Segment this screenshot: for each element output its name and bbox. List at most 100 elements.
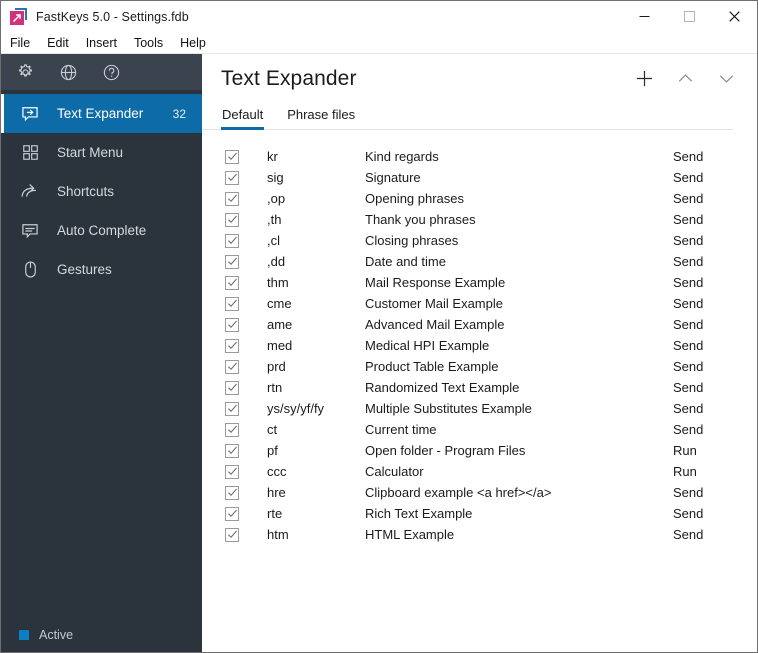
tab-phrase-files[interactable]: Phrase files	[286, 104, 356, 129]
row-abbreviation: med	[267, 338, 365, 353]
row-checkbox[interactable]	[225, 381, 239, 395]
table-row[interactable]: krKind regardsSend	[202, 146, 757, 167]
menu-item-help[interactable]: Help	[180, 34, 215, 52]
status-bar: Active	[1, 618, 202, 652]
row-description: Signature	[365, 170, 673, 185]
table-row[interactable]: cmeCustomer Mail ExampleSend	[202, 293, 757, 314]
row-checkbox[interactable]	[225, 360, 239, 374]
table-row[interactable]: ,opOpening phrasesSend	[202, 188, 757, 209]
row-action: Send	[673, 485, 757, 500]
row-checkbox[interactable]	[225, 318, 239, 332]
row-abbreviation: thm	[267, 275, 365, 290]
table-row[interactable]: ,ddDate and timeSend	[202, 251, 757, 272]
sidebar-toolbar	[1, 54, 202, 90]
status-indicator	[19, 630, 29, 640]
table-row[interactable]: sigSignatureSend	[202, 167, 757, 188]
sidebar-item-start-menu[interactable]: Start Menu	[1, 133, 202, 172]
sidebar-item-label: Start Menu	[57, 145, 202, 160]
row-action: Send	[673, 317, 757, 332]
mouse-icon	[19, 259, 41, 281]
sidebar-item-gestures[interactable]: Gestures	[1, 250, 202, 289]
title-bar: FastKeys 5.0 - Settings.fdb	[1, 1, 757, 32]
row-description: Kind regards	[365, 149, 673, 164]
menu-item-edit[interactable]: Edit	[47, 34, 78, 52]
fastkeys-logo-icon	[10, 8, 27, 25]
sidebar-item-text-expander[interactable]: Text Expander 32	[1, 94, 202, 133]
table-row[interactable]: cccCalculatorRun	[202, 461, 757, 482]
sidebar-item-label: Shortcuts	[57, 184, 202, 199]
row-checkbox[interactable]	[225, 276, 239, 290]
row-action: Send	[673, 401, 757, 416]
menu-item-insert[interactable]: Insert	[86, 34, 126, 52]
close-icon[interactable]	[712, 1, 757, 32]
logo-arrow-icon	[12, 13, 22, 23]
table-row[interactable]: ,thThank you phrasesSend	[202, 209, 757, 230]
row-checkbox[interactable]	[225, 486, 239, 500]
row-action: Run	[673, 464, 757, 479]
sidebar: Text Expander 32 Start Menu	[1, 54, 202, 652]
row-checkbox[interactable]	[225, 444, 239, 458]
table-row[interactable]: hreClipboard example <a href></a>Send	[202, 482, 757, 503]
grid-icon	[19, 142, 41, 164]
maximize-icon[interactable]	[667, 1, 712, 32]
row-action: Send	[673, 380, 757, 395]
table-row[interactable]: rteRich Text ExampleSend	[202, 503, 757, 524]
row-checkbox[interactable]	[225, 171, 239, 185]
tab-default[interactable]: Default	[221, 104, 264, 129]
row-checkbox[interactable]	[225, 423, 239, 437]
table-row[interactable]: rtnRandomized Text ExampleSend	[202, 377, 757, 398]
help-icon[interactable]	[99, 60, 123, 84]
table-row[interactable]: ctCurrent timeSend	[202, 419, 757, 440]
table-row[interactable]: pfOpen folder - Program FilesRun	[202, 440, 757, 461]
row-abbreviation: htm	[267, 527, 365, 542]
table-row[interactable]: ,clClosing phrasesSend	[202, 230, 757, 251]
table-row[interactable]: ys/sy/yf/fyMultiple Substitutes ExampleS…	[202, 398, 757, 419]
row-checkbox[interactable]	[225, 150, 239, 164]
table-row[interactable]: htmHTML ExampleSend	[202, 524, 757, 545]
plus-icon[interactable]	[630, 64, 659, 93]
row-checkbox[interactable]	[225, 465, 239, 479]
row-abbreviation: ct	[267, 422, 365, 437]
table-row[interactable]: ameAdvanced Mail ExampleSend	[202, 314, 757, 335]
globe-icon[interactable]	[56, 60, 80, 84]
minimize-icon[interactable]	[622, 1, 667, 32]
sidebar-item-shortcuts[interactable]: Shortcuts	[1, 172, 202, 211]
arrow-share-icon	[19, 181, 41, 203]
row-action: Send	[673, 170, 757, 185]
row-description: Randomized Text Example	[365, 380, 673, 395]
row-checkbox[interactable]	[225, 297, 239, 311]
row-checkbox[interactable]	[225, 402, 239, 416]
row-abbreviation: cme	[267, 296, 365, 311]
row-abbreviation: ,th	[267, 212, 365, 227]
row-abbreviation: rtn	[267, 380, 365, 395]
row-description: Customer Mail Example	[365, 296, 673, 311]
row-checkbox[interactable]	[225, 192, 239, 206]
table-row[interactable]: prdProduct Table ExampleSend	[202, 356, 757, 377]
row-description: Multiple Substitutes Example	[365, 401, 673, 416]
window-title: FastKeys 5.0 - Settings.fdb	[36, 10, 189, 24]
table-row[interactable]: thmMail Response ExampleSend	[202, 272, 757, 293]
sidebar-item-label: Auto Complete	[57, 223, 202, 238]
chevron-down-icon[interactable]	[712, 64, 741, 93]
table-row[interactable]: medMedical HPI ExampleSend	[202, 335, 757, 356]
row-checkbox[interactable]	[225, 213, 239, 227]
sidebar-item-auto-complete[interactable]: Auto Complete	[1, 211, 202, 250]
row-action: Send	[673, 149, 757, 164]
menu-item-file[interactable]: File	[10, 34, 39, 52]
row-description: Product Table Example	[365, 359, 673, 374]
row-abbreviation: rte	[267, 506, 365, 521]
row-checkbox[interactable]	[225, 507, 239, 521]
menu-item-tools[interactable]: Tools	[134, 34, 172, 52]
row-description: Closing phrases	[365, 233, 673, 248]
gear-icon[interactable]	[13, 60, 37, 84]
row-description: Rich Text Example	[365, 506, 673, 521]
row-checkbox[interactable]	[225, 339, 239, 353]
row-action: Send	[673, 506, 757, 521]
text-expander-count: 32	[173, 107, 186, 121]
chevron-up-icon[interactable]	[671, 64, 700, 93]
row-checkbox[interactable]	[225, 234, 239, 248]
row-abbreviation: hre	[267, 485, 365, 500]
row-description: Calculator	[365, 464, 673, 479]
row-checkbox[interactable]	[225, 255, 239, 269]
row-checkbox[interactable]	[225, 528, 239, 542]
